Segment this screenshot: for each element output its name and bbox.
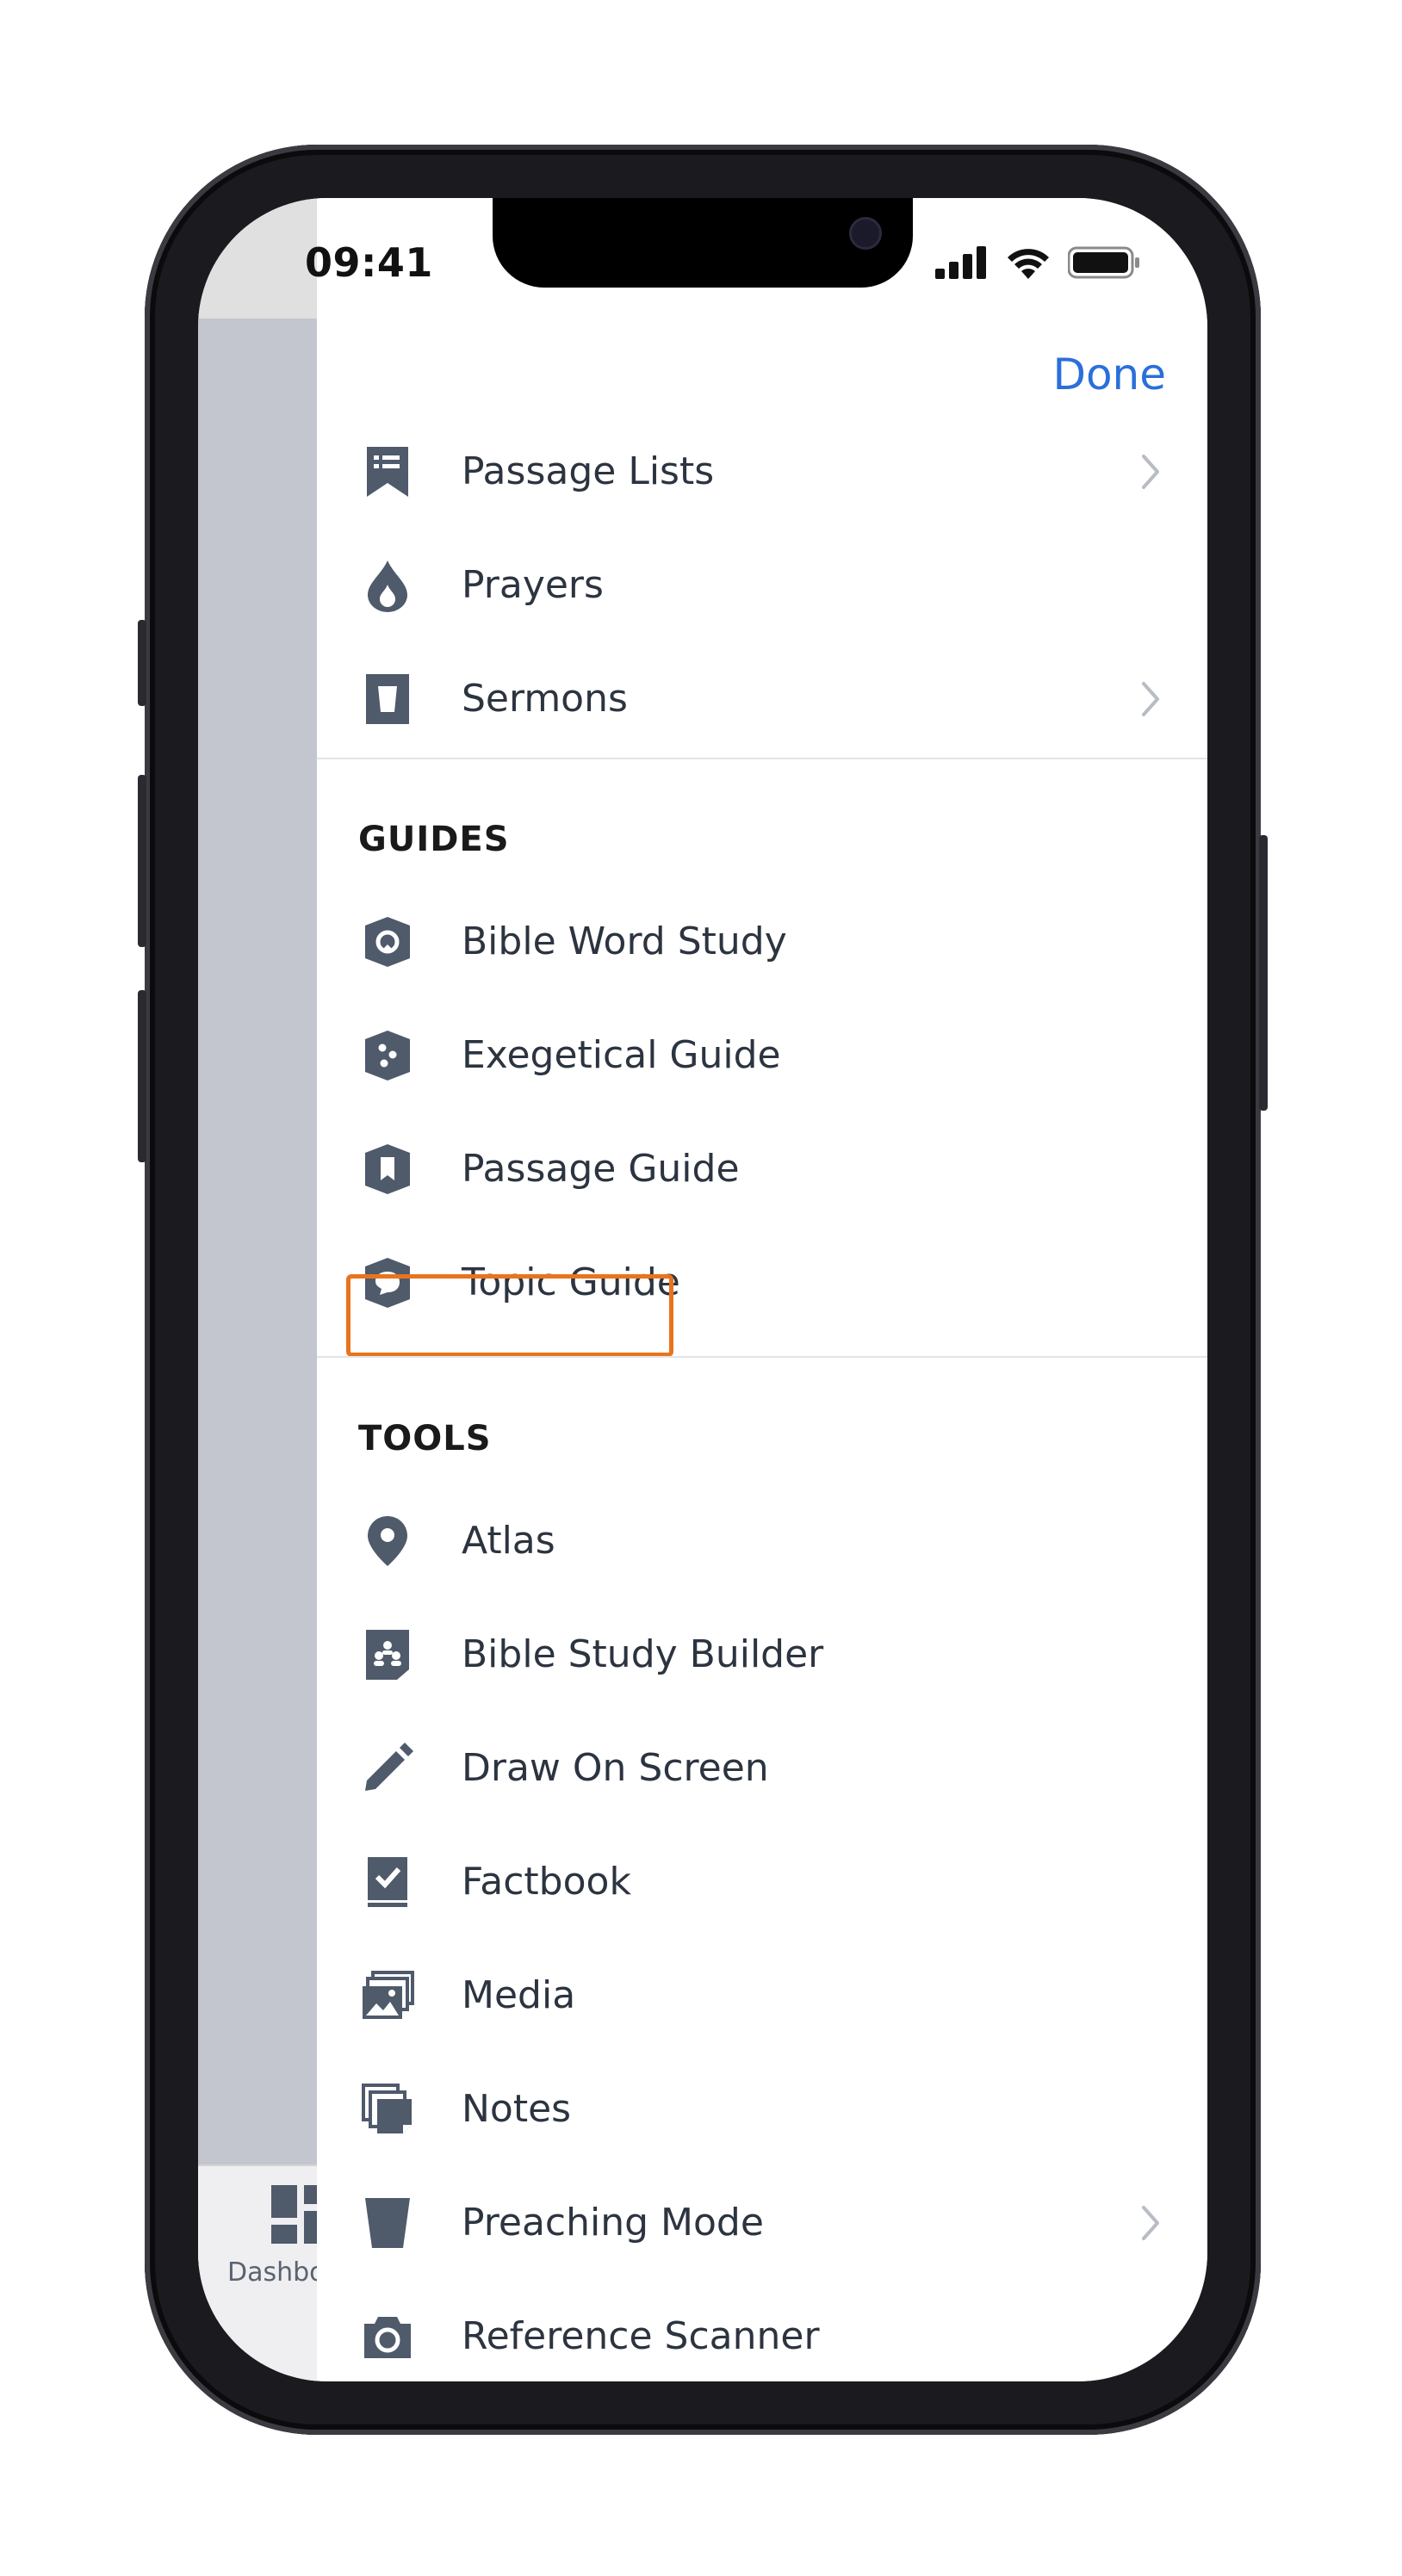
status-time: 09:41 [305,239,433,286]
menu-item-media[interactable]: Media [317,1939,1207,2053]
menu-item-preaching-mode[interactable]: Preaching Mode [317,2166,1207,2280]
menu-item-reference-scanner[interactable]: Reference Scanner [317,2280,1207,2381]
draw-on-screen-icon [358,1739,417,1798]
menu-item-atlas[interactable]: Atlas [317,1484,1207,1598]
section-divider [317,758,1207,759]
menu-item-label: Passage Lists [462,449,715,493]
bible-study-builder-icon [358,1625,417,1684]
reference-scanner-icon [358,2307,417,2366]
menu-item-label: Media [462,1973,576,2017]
menu-item-draw-on-screen[interactable]: Draw On Screen [317,1712,1207,1825]
menu-item-label: Reference Scanner [462,2314,820,2358]
bible-word-study-icon [358,913,417,971]
notch [493,198,913,288]
volume-down-button [138,990,146,1162]
menu-item-label: Bible Study Builder [462,1632,824,1676]
tab-dashboard-label[interactable]: Dashbo [227,2257,326,2288]
sermons-icon [358,670,417,728]
chevron-right-icon [1142,2206,1159,2240]
menu-item-label: Draw On Screen [462,1746,769,1790]
front-camera [849,217,882,250]
menu-item-notes[interactable]: Notes [317,2053,1207,2166]
menu-item-label: Prayers [462,563,604,607]
menu-item-label: Factbook [462,1860,631,1904]
menu-item-label: Bible Word Study [462,920,787,963]
notes-icon [358,2080,417,2139]
menu-item-passage-guide[interactable]: Passage Guide [317,1112,1207,1226]
screen: Dashbo 09:41 Done Passage Lists Prayers … [198,198,1207,2381]
chevron-right-icon [1142,455,1159,489]
menu-item-label: Preaching Mode [462,2201,764,2245]
background-status-area [198,198,317,319]
section-divider [317,1356,1207,1358]
cellular-signal-icon [935,246,986,279]
menu-item-label: Exegetical Guide [462,1033,781,1077]
atlas-icon [358,1512,417,1570]
wifi-icon [1008,249,1049,279]
volume-up-button [138,775,146,947]
chevron-right-icon [1142,682,1159,716]
power-button [1259,835,1268,1111]
section-title-tools: TOOLS [358,1419,492,1458]
menu-item-bible-study-builder[interactable]: Bible Study Builder [317,1598,1207,1712]
menu-item-label: Notes [462,2087,572,2131]
menu-item-label: Sermons [462,677,628,721]
preaching-mode-icon [358,2194,417,2252]
section-title-guides: GUIDES [358,820,510,859]
silent-switch [138,620,146,706]
menu-item-prayers[interactable]: Prayers [317,529,1207,642]
passage-guide-icon [358,1140,417,1198]
menu-item-label: Passage Guide [462,1147,740,1191]
menu-item-bible-word-study[interactable]: Bible Word Study [317,885,1207,999]
passage-lists-icon [358,443,417,501]
exegetical-guide-icon [358,1026,417,1085]
tab-bar: Dashbo [198,2164,330,2381]
status-icons [935,246,1140,279]
menu-item-exegetical-guide[interactable]: Exegetical Guide [317,999,1207,1112]
factbook-icon [358,1853,417,1911]
media-icon [358,1966,417,2025]
battery-icon [1068,246,1139,279]
menu-item-label: Atlas [462,1519,555,1563]
topic-guide-highlight [346,1274,673,1357]
menu-item-passage-lists[interactable]: Passage Lists [317,415,1207,529]
prayers-icon [358,556,417,615]
done-button[interactable]: Done [1052,350,1166,399]
menu-item-sermons[interactable]: Sermons [317,642,1207,756]
background-app: Dashbo [198,198,330,2381]
menu-item-factbook[interactable]: Factbook [317,1825,1207,1939]
